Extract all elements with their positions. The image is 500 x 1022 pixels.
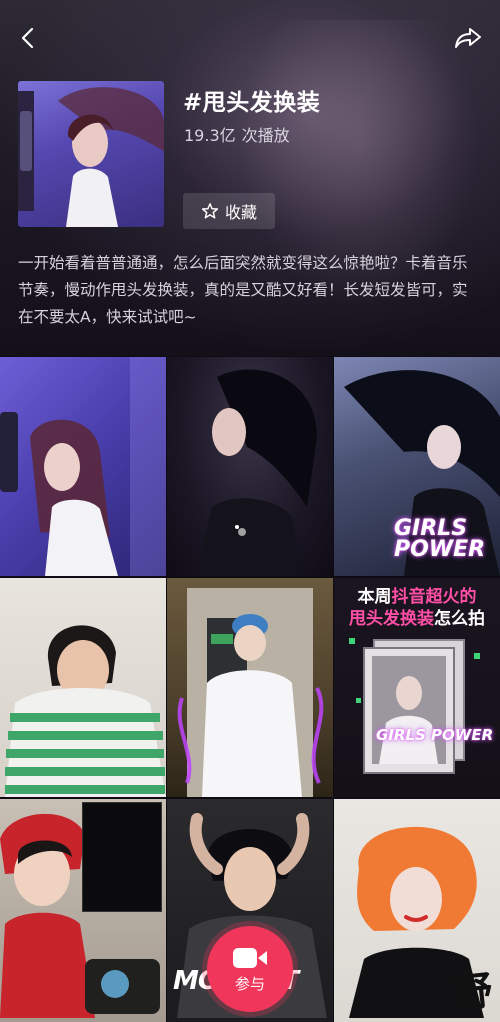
back-icon [21,27,34,49]
camera-icon [233,947,267,968]
topic-cover-image[interactable] [18,81,164,227]
video-thumbnail[interactable] [0,357,166,576]
share-icon [455,28,481,48]
video-thumbnail[interactable] [0,578,166,797]
video-thumbnail[interactable]: 本周抖音超火的 甩头发换装怎么拍 GIRLS POWER [334,578,500,797]
thumbnail-art [0,357,166,576]
video-grid: GIRLS POWER 本周抖音超火的 甩头发换装怎么拍 GIRLS POWER… [0,357,500,1022]
collect-label: 收藏 [224,203,257,222]
hot-title-line-2: 甩头发换装怎么拍 [349,609,485,629]
video-thumbnail[interactable]: 野 [334,799,500,1022]
wild-character-overlay: 野 [450,967,495,1018]
video-thumbnail[interactable] [167,357,333,576]
play-count-value: 19.3亿 [184,126,236,145]
star-icon [201,203,219,219]
video-thumbnail[interactable] [0,799,166,1022]
play-count-unit: 次播放 [241,126,290,145]
back-button[interactable] [12,22,44,54]
collect-button[interactable]: 收藏 [183,193,275,229]
thumbnail-art [177,588,324,797]
share-button[interactable] [452,22,484,54]
hot-tutorial-title: 本周抖音超火的 甩头发换装怎么拍 [334,586,500,630]
thumbnail-art [197,369,317,576]
hot-title-line-1: 本周抖音超火的 [357,587,477,607]
join-button[interactable]: 参与 [207,926,293,1012]
video-thumbnail[interactable]: GIRLS POWER [334,357,500,576]
video-thumbnail[interactable] [167,578,333,797]
cover-illustration [18,87,164,227]
topic-description: 一开始看着普普通通，怎么后面突然就变得这么惊艳啦？卡着音乐节奏，慢动作甩头发换装… [18,254,468,326]
join-label: 参与 [234,974,265,993]
girls-power-overlay: GIRLS POWER [394,516,486,562]
topic-header: #甩头发换装 19.3亿 次播放 收藏 一开始看着普普通通，怎么后面突然就变得这么… [0,0,500,356]
girls-power-overlay: GIRLS POWER [376,726,494,744]
play-count: 19.3亿 次播放 [184,122,290,146]
phone-screen-overlay [82,802,162,912]
thumbnail-art [5,625,166,797]
topic-title: #甩头发换装 [183,90,321,116]
